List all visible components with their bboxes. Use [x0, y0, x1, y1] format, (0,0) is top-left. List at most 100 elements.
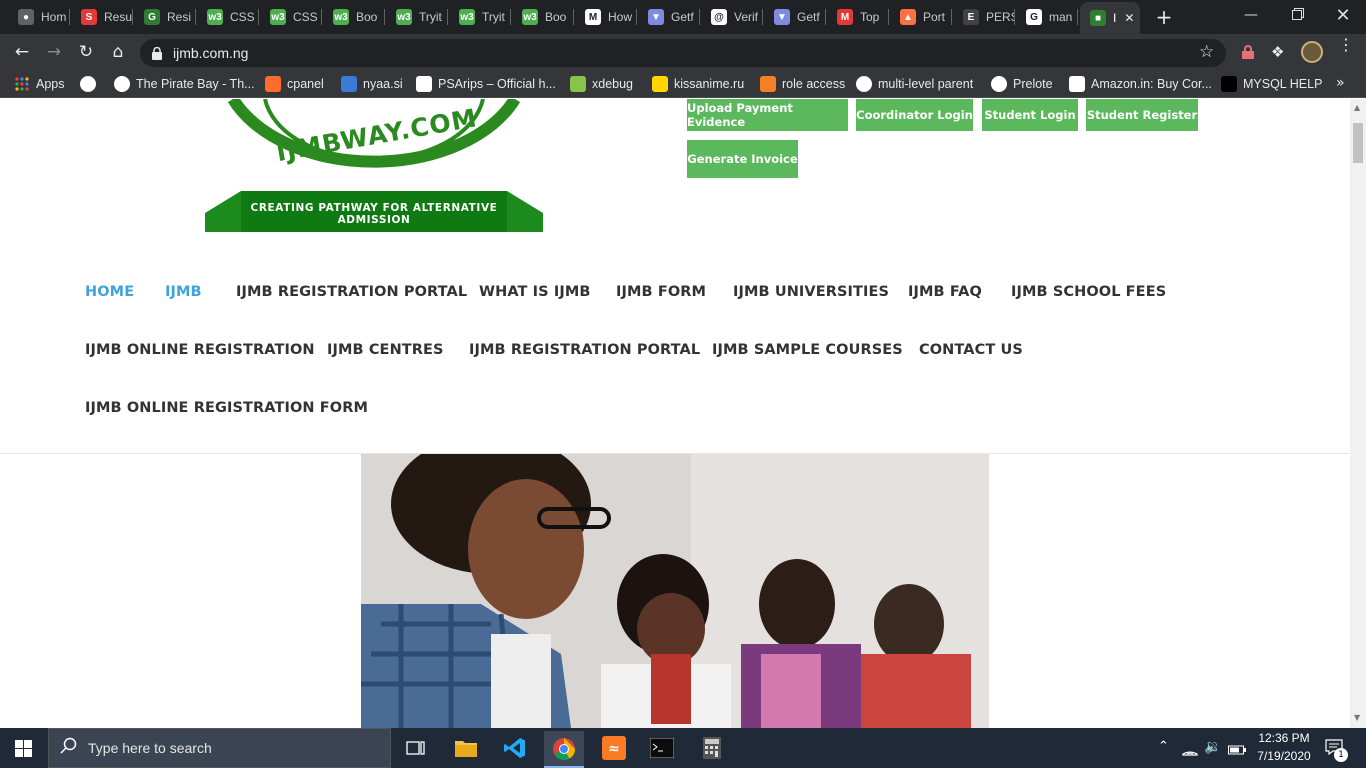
- vscode-icon[interactable]: [495, 731, 535, 765]
- bookmark-item[interactable]: role access: [760, 74, 845, 94]
- kiss-icon: [652, 76, 668, 92]
- nav-ijmb-registration-portal[interactable]: IJMB REGISTRATION PORTAL: [236, 284, 467, 300]
- page-scrollbar[interactable]: ▲ ▼: [1350, 99, 1366, 728]
- nav-ijmb-online-registration[interactable]: IJMB ONLINE REGISTRATION: [85, 342, 315, 358]
- bookmark-item[interactable]: xdebug: [570, 74, 633, 94]
- chrome-icon[interactable]: [544, 731, 584, 768]
- student-register-button[interactable]: Student Register: [1086, 99, 1198, 131]
- bookmark-label: role access: [782, 77, 846, 91]
- bookmark-item[interactable]: kissanime.ru: [652, 74, 744, 94]
- nav-ijmb-faq[interactable]: IJMB FAQ: [908, 284, 982, 300]
- browser-tab[interactable]: ■ I ✕: [1080, 2, 1140, 34]
- browser-tab[interactable]: ● Hom: [8, 4, 70, 30]
- globe-icon: ●: [18, 9, 34, 25]
- profile-avatar[interactable]: [1301, 41, 1323, 63]
- close-window-button[interactable]: ✕: [1320, 0, 1366, 30]
- nav-ijmb-registration-portal-2[interactable]: IJMB REGISTRATION PORTAL: [469, 342, 700, 358]
- url-text[interactable]: ijmb.com.ng: [173, 45, 248, 61]
- generate-invoice-button[interactable]: Generate Invoice: [687, 140, 798, 178]
- browser-tab[interactable]: w3 Tryit: [449, 4, 511, 30]
- browser-tab[interactable]: G Resi: [134, 4, 196, 30]
- back-button[interactable]: ←: [10, 40, 34, 64]
- bookmark-item[interactable]: The Pirate Bay - Th...: [114, 74, 255, 94]
- amazon-icon: [1069, 76, 1085, 92]
- logo-tagline-line1: CREATING PATHWAY FOR ALTERNATIVE: [250, 202, 498, 214]
- scroll-down-arrow[interactable]: ▼: [1354, 713, 1360, 722]
- bookmark-item[interactable]: Apps: [14, 74, 65, 94]
- windows-start-icon[interactable]: [15, 740, 32, 757]
- close-tab-icon[interactable]: ✕: [1124, 11, 1134, 25]
- nav-what-is-ijmb[interactable]: WHAT IS IJMB: [479, 284, 591, 300]
- tab-title: Top: [860, 10, 880, 24]
- bookmark-item[interactable]: multi-level parent: [856, 74, 973, 94]
- tab-title: Resi: [167, 10, 192, 24]
- calculator-icon[interactable]: [692, 731, 732, 765]
- upload-payment-evidence-button[interactable]: Upload Payment Evidence: [687, 99, 848, 131]
- task-view-icon[interactable]: [396, 731, 436, 765]
- extension-lock-icon[interactable]: [1240, 44, 1256, 60]
- home-button[interactable]: ⌂: [106, 40, 130, 64]
- browser-tab[interactable]: ▲ Port: [890, 4, 952, 30]
- nav-home[interactable]: HOME: [85, 284, 134, 300]
- battery-icon[interactable]: [1228, 741, 1246, 755]
- menu-kebab-icon[interactable]: ⋮: [1338, 37, 1354, 53]
- browser-tab[interactable]: ▼ Getf: [638, 4, 700, 30]
- terminal-icon[interactable]: [642, 731, 682, 765]
- nav-ijmb-sample-courses[interactable]: IJMB SAMPLE COURSES: [712, 342, 903, 358]
- volume-icon[interactable]: 🔉: [1204, 739, 1221, 755]
- clock-date[interactable]: 7/19/2020: [1254, 749, 1314, 763]
- wifi-icon[interactable]: [1182, 740, 1198, 756]
- address-bar[interactable]: [140, 39, 1226, 67]
- more-bookmarks-icon[interactable]: »: [1336, 75, 1345, 91]
- nav-ijmb-universities[interactable]: IJMB UNIVERSITIES: [733, 284, 889, 300]
- bookmark-icon-only[interactable]: [80, 74, 102, 94]
- tray-chevron-up-icon[interactable]: ⌃: [1158, 739, 1169, 754]
- xampp-icon[interactable]: ≈: [594, 731, 634, 765]
- student-login-button[interactable]: Student Login: [982, 99, 1078, 131]
- browser-tab[interactable]: @ Verif: [701, 4, 763, 30]
- nav-ijmb-online-registration-form[interactable]: IJMB ONLINE REGISTRATION FORM: [85, 400, 368, 416]
- w3-icon: w3: [333, 9, 349, 25]
- browser-tab[interactable]: Gman: [1016, 4, 1078, 30]
- nav-ijmb-form[interactable]: IJMB FORM: [616, 284, 706, 300]
- bookmark-item[interactable]: Prelote: [991, 74, 1053, 94]
- reload-button[interactable]: ↻: [74, 40, 98, 64]
- browser-tab[interactable]: S Resu: [71, 4, 133, 30]
- browser-tab[interactable]: w3 CSS: [260, 4, 322, 30]
- lock-icon[interactable]: [152, 45, 162, 60]
- nav-ijmb-centres[interactable]: IJMB CENTRES: [327, 342, 444, 358]
- new-tab-button[interactable]: +: [1152, 5, 1176, 29]
- nav-ijmb[interactable]: IJMB: [165, 284, 202, 300]
- tab-separator: [699, 9, 700, 25]
- taskbar-search-placeholder[interactable]: Type here to search: [88, 740, 212, 756]
- scrollbar-thumb[interactable]: [1353, 123, 1363, 163]
- site-logo[interactable]: IJMBWAY.COM CREATING PATHWAY FOR ALTERNA…: [205, 99, 543, 232]
- browser-tab[interactable]: w3 Tryit: [386, 4, 448, 30]
- clock-time[interactable]: 12:36 PM: [1258, 731, 1310, 745]
- browser-tab[interactable]: w3 CSS: [197, 4, 259, 30]
- bookmark-label: kissanime.ru: [674, 77, 745, 91]
- bookmark-item[interactable]: cpanel: [265, 74, 324, 94]
- extensions-puzzle-icon[interactable]: ❖: [1271, 43, 1284, 61]
- file-explorer-icon[interactable]: [446, 731, 486, 765]
- nav-contact-us[interactable]: CONTACT US: [919, 342, 1023, 358]
- scroll-up-arrow[interactable]: ▲: [1354, 103, 1360, 112]
- browser-tab[interactable]: E PERS: [953, 4, 1015, 30]
- bookmark-item[interactable]: nyaa.si: [341, 74, 403, 94]
- coordinator-login-button[interactable]: Coordinator Login: [856, 99, 973, 131]
- bookmark-item[interactable]: MYSQL HELP: [1221, 74, 1322, 94]
- browser-tab[interactable]: ▼ Getf: [764, 4, 826, 30]
- bookmark-item[interactable]: Amazon.in: Buy Cor...: [1069, 74, 1212, 94]
- nav-ijmb-school-fees[interactable]: IJMB SCHOOL FEES: [1011, 284, 1166, 300]
- browser-tab[interactable]: w3 Boo: [512, 4, 574, 30]
- browser-tab[interactable]: M How: [575, 4, 637, 30]
- w3-icon: w3: [396, 9, 412, 25]
- browser-tab[interactable]: M Top: [827, 4, 889, 30]
- bookmark-star-icon[interactable]: ☆: [1199, 42, 1214, 62]
- bookmark-item[interactable]: PSArips – Official h...: [416, 74, 556, 94]
- browser-tab[interactable]: w3 Boo: [323, 4, 385, 30]
- forward-button[interactable]: →: [42, 40, 66, 64]
- svg-text:≈: ≈: [608, 741, 620, 757]
- restore-button[interactable]: [1274, 0, 1320, 30]
- minimize-button[interactable]: —: [1228, 0, 1274, 30]
